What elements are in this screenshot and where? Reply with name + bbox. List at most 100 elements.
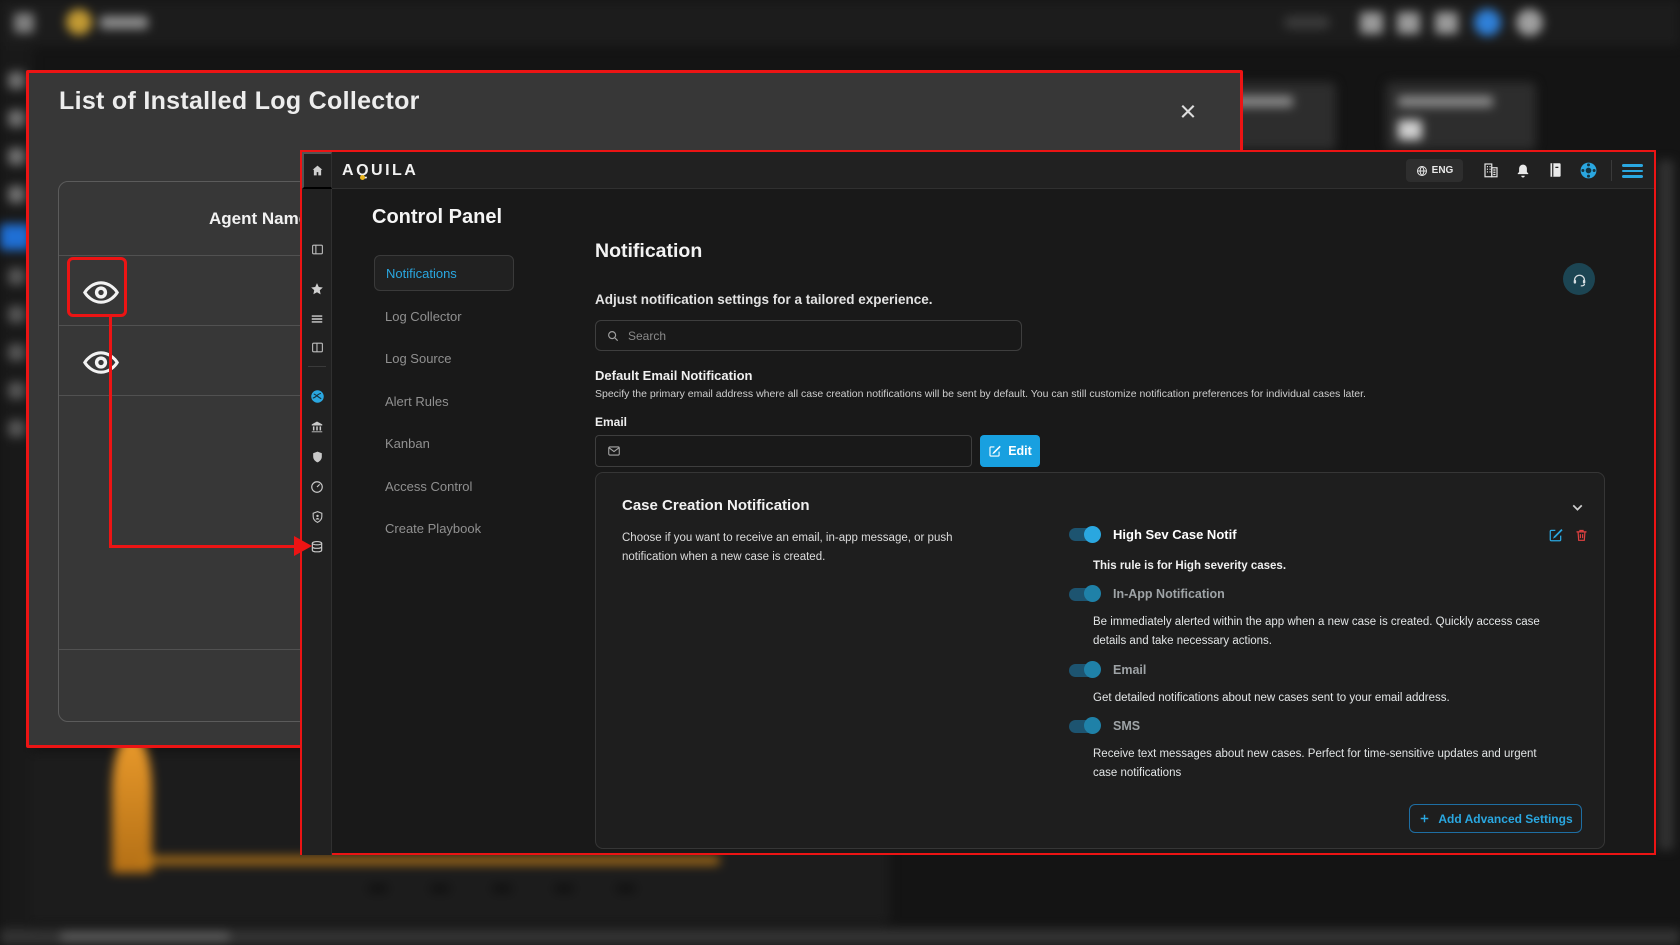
sidebar-web-button[interactable] xyxy=(302,389,332,404)
email-channel-label: Email xyxy=(1113,663,1146,677)
globe-language-icon xyxy=(1416,165,1428,177)
home-button[interactable] xyxy=(302,152,332,189)
bg-chart-tick xyxy=(430,884,450,893)
bg-rail-icon xyxy=(8,72,25,89)
bg-topbar xyxy=(0,0,1680,46)
app-logo: AQUILA xyxy=(342,152,418,189)
edit-pencil-icon xyxy=(1548,527,1564,543)
section-title: Notification xyxy=(595,240,702,263)
inapp-description: Be immediately alerted within the app wh… xyxy=(1093,613,1548,651)
language-selector[interactable]: ENG xyxy=(1406,159,1463,182)
eye-icon xyxy=(83,351,119,374)
star-icon xyxy=(310,282,324,296)
email-field-wrap xyxy=(595,435,972,467)
rule-actions xyxy=(1548,527,1589,543)
email-field[interactable] xyxy=(630,444,961,458)
inapp-toggle[interactable] xyxy=(1069,588,1099,601)
organization-button[interactable] xyxy=(1482,161,1500,179)
annotation-arrow-vertical xyxy=(109,315,112,547)
rule-label: High Sev Case Notif xyxy=(1113,527,1237,542)
case-creation-card: Case Creation Notification Choose if you… xyxy=(595,472,1605,849)
email-toggle[interactable] xyxy=(1069,664,1099,677)
channel-row-email: Email xyxy=(1069,663,1146,677)
modal-title: List of Installed Log Collector xyxy=(59,87,420,116)
search-icon xyxy=(606,329,620,343)
language-label: ENG xyxy=(1432,165,1454,176)
support-button[interactable] xyxy=(1579,161,1598,180)
logo-letter: A xyxy=(342,162,356,179)
annotation-arrow-horizontal xyxy=(109,545,296,548)
close-icon: × xyxy=(1180,96,1197,128)
sidebar-board-button[interactable] xyxy=(302,341,332,354)
bg-avatar-blue xyxy=(1474,9,1501,36)
card-title: Case Creation Notification xyxy=(622,497,810,514)
edit-email-button[interactable]: Edit xyxy=(980,435,1040,467)
bg-card-title xyxy=(1398,96,1493,107)
nav-item-alert-rules[interactable]: Alert Rules xyxy=(374,384,514,420)
sidebar-favorites-button[interactable] xyxy=(302,282,332,296)
annotation-arrowhead xyxy=(294,536,312,556)
nav-item-create-playbook[interactable]: Create Playbook xyxy=(374,511,514,547)
sms-label: SMS xyxy=(1113,719,1140,733)
default-email-heading: Default Email Notification xyxy=(595,368,752,383)
notifications-button[interactable] xyxy=(1514,161,1532,179)
mail-icon xyxy=(606,444,622,458)
channel-row-sms: SMS xyxy=(1069,719,1140,733)
sidebar-bank-button[interactable] xyxy=(302,420,332,434)
view-row-button[interactable] xyxy=(83,349,123,375)
bg-rail-icon xyxy=(8,382,25,399)
sidebar-panel-button[interactable] xyxy=(302,243,332,256)
database-icon xyxy=(310,540,324,554)
logo-letter-q: Q xyxy=(356,162,371,179)
documentation-button[interactable] xyxy=(1546,161,1564,179)
support-fab-button[interactable] xyxy=(1563,263,1595,295)
bg-rail-icon xyxy=(8,148,25,165)
bg-chart-tick xyxy=(554,884,574,893)
headset-icon xyxy=(1571,271,1588,288)
gauge-icon xyxy=(310,480,324,494)
sidebar-shield-button[interactable] xyxy=(302,450,332,464)
search-box xyxy=(595,320,1022,351)
collapse-card-button[interactable] xyxy=(1569,499,1586,516)
sidebar-divider xyxy=(308,366,326,367)
split-panel-icon xyxy=(311,341,324,354)
page-title: Control Panel xyxy=(372,206,502,229)
book-icon xyxy=(1546,161,1564,179)
sidebar-list-button[interactable] xyxy=(302,312,332,326)
bg-topbar-icon xyxy=(1397,12,1420,34)
rule-row: High Sev Case Notif xyxy=(1069,527,1237,542)
bg-rail-icon xyxy=(8,306,25,323)
sidebar-gauge-button[interactable] xyxy=(302,480,332,494)
nav-item-kanban[interactable]: Kanban xyxy=(374,426,514,462)
sidebar-security-badge-button[interactable] xyxy=(302,510,332,524)
home-icon xyxy=(311,164,324,177)
search-input[interactable] xyxy=(628,329,1011,343)
default-email-description: Specify the primary email address where … xyxy=(595,388,1366,400)
window-topbar: AQUILA ENG xyxy=(302,152,1654,189)
delete-rule-button[interactable] xyxy=(1574,527,1589,543)
rule-toggle[interactable] xyxy=(1069,528,1099,541)
building-icon xyxy=(1482,161,1500,179)
nav-item-notifications[interactable]: Notifications xyxy=(374,255,514,291)
menu-button[interactable] xyxy=(1622,164,1643,178)
chevron-down-icon xyxy=(1569,499,1586,516)
sms-description: Receive text messages about new cases. P… xyxy=(1093,745,1538,783)
close-button[interactable]: × xyxy=(1169,93,1207,131)
bg-logo xyxy=(66,9,92,35)
edit-rule-button[interactable] xyxy=(1548,527,1564,543)
nav-item-log-source[interactable]: Log Source xyxy=(374,341,514,377)
bg-bottom-bar xyxy=(0,929,1680,945)
inapp-label: In-App Notification xyxy=(1113,587,1225,601)
bg-rail-icon xyxy=(8,344,25,361)
sms-toggle[interactable] xyxy=(1069,720,1099,733)
nav-item-log-collector[interactable]: Log Collector xyxy=(374,299,514,335)
edit-button-label: Edit xyxy=(1008,444,1032,458)
add-advanced-settings-button[interactable]: Add Advanced Settings xyxy=(1409,804,1582,833)
bg-logo-text xyxy=(100,16,148,29)
menu-icon xyxy=(1622,164,1643,167)
bg-rail-icon xyxy=(8,110,25,127)
nav-item-access-control[interactable]: Access Control xyxy=(374,469,514,505)
bg-chart-peak xyxy=(112,738,152,873)
trash-icon xyxy=(1574,527,1589,543)
bg-avatar xyxy=(1516,9,1543,36)
